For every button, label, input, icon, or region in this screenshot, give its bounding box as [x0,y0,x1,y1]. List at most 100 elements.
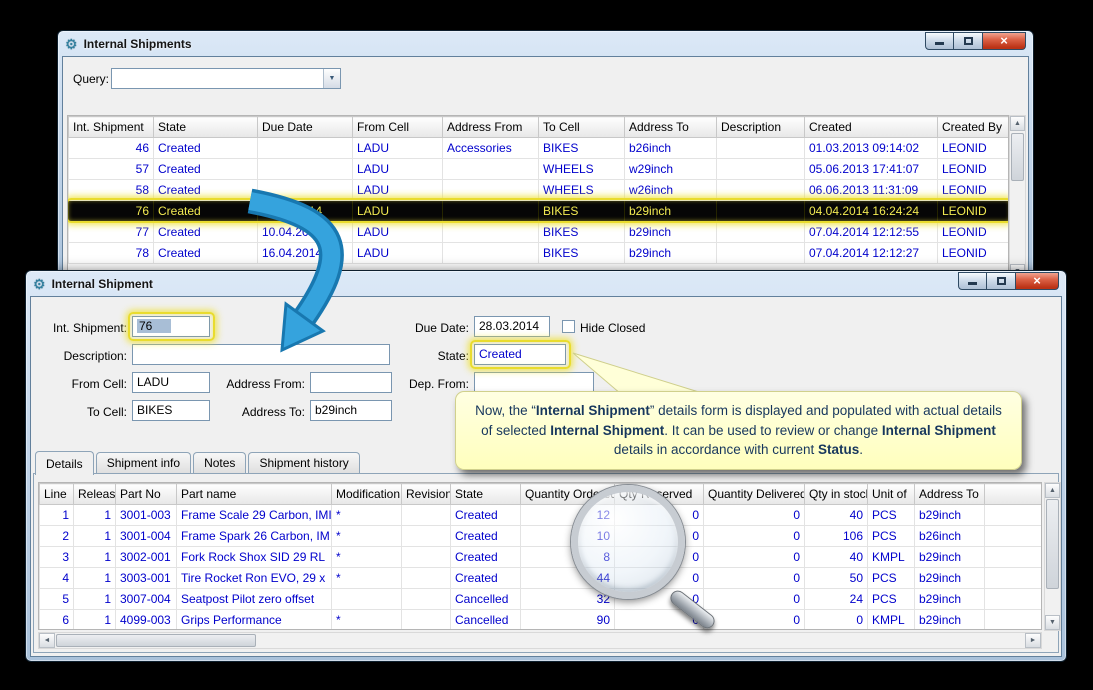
table-cell: PCS [868,589,915,610]
scrollbar-thumb[interactable] [1011,133,1024,181]
hide-closed-checkbox[interactable] [562,320,575,333]
horizontal-scrollbar[interactable]: ◄ ► [38,632,1042,649]
table-cell: 07.04.2014 12:12:55 [805,222,938,243]
scrollbar-thumb[interactable] [1046,499,1059,589]
column-header[interactable]: Description [717,117,805,138]
column-header[interactable]: Due Date [258,117,353,138]
table-cell [443,243,539,264]
table-cell: 0 [615,589,704,610]
column-header[interactable]: Quantity Delivered [704,484,805,505]
column-header[interactable]: State [154,117,258,138]
column-header[interactable]: Created [805,117,938,138]
table-row[interactable]: 413003-001Tire Rocket Ron EVO, 29 x*Crea… [40,568,1043,589]
from-cell-field[interactable]: LADU [132,372,210,393]
tab-notes[interactable]: Notes [193,452,246,474]
window-controls: × [925,32,1026,50]
minimize-button[interactable] [925,32,954,50]
table-cell: Created [451,568,521,589]
table-cell: LADU [353,201,443,222]
scroll-up-icon[interactable]: ▲ [1045,483,1060,498]
address-to-label: Address To: [221,402,305,423]
table-row[interactable]: 213001-004Frame Spark 26 Carbon, IM*Crea… [40,526,1043,547]
column-header[interactable]: Address To [625,117,717,138]
table-cell: Created [451,526,521,547]
dep-from-field[interactable] [474,372,594,393]
column-header[interactable]: State [451,484,521,505]
column-header[interactable]: Address From [443,117,539,138]
dropdown-icon[interactable]: ▼ [323,69,340,88]
table-cell [717,159,805,180]
int-shipment-field[interactable]: 76 [132,316,210,337]
table-cell: b29inch [625,222,717,243]
table-row[interactable]: 46CreatedLADUAccessoriesBIKESb26inch01.0… [69,138,1010,159]
close-button[interactable]: × [983,32,1026,50]
scrollbar-thumb[interactable] [56,634,256,647]
column-header[interactable]: Part No [116,484,177,505]
column-header[interactable]: Part name [177,484,332,505]
table-cell: LEONID [938,201,1010,222]
table-cell: Tire Rocket Ron EVO, 29 x [177,568,332,589]
table-cell: BIKES [539,222,625,243]
scroll-right-icon[interactable]: ► [1025,633,1041,648]
close-button[interactable]: × [1016,272,1059,290]
column-header[interactable]: Int. Shipment [69,117,154,138]
scroll-up-icon[interactable]: ▲ [1010,116,1025,131]
column-header[interactable]: Revision [402,484,451,505]
titlebar-shipment[interactable]: ⚙ Internal Shipment × [26,271,1066,296]
table-cell: * [332,610,402,631]
vertical-scrollbar[interactable]: ▲ ▼ [1044,482,1061,631]
table-cell: 106 [805,526,868,547]
column-header[interactable]: From Cell [353,117,443,138]
column-header[interactable]: Quantity Ordered [521,484,615,505]
column-header[interactable]: Line [40,484,74,505]
query-combobox[interactable]: ▼ [111,68,341,89]
column-header[interactable] [985,484,1043,505]
column-header[interactable]: Address To [915,484,985,505]
tab-shipment-info[interactable]: Shipment info [96,452,191,474]
scroll-down-icon[interactable]: ▼ [1045,615,1060,630]
table-cell: 0 [615,568,704,589]
table-cell: 57 [69,159,154,180]
column-header[interactable]: Created By [938,117,1010,138]
maximize-button[interactable] [987,272,1016,290]
column-header[interactable]: Qty in stock [805,484,868,505]
due-date-label: Due Date: [411,318,469,339]
table-cell: 44 [521,568,615,589]
table-header-row: Int. ShipmentStateDue DateFrom CellAddre… [69,117,1010,138]
table-row[interactable]: 614099-003Grips Performance*Cancelled900… [40,610,1043,631]
table-row[interactable]: 78Created16.04.2014LADUBIKESb29inch07.04… [69,243,1010,264]
table-row[interactable]: 313002-001Fork Rock Shox SID 29 RL*Creat… [40,547,1043,568]
table-row[interactable]: 58CreatedLADUWHEELSw26inch06.06.2013 11:… [69,180,1010,201]
table-row[interactable]: 513007-004Seatpost Pilot zero offsetCanc… [40,589,1043,610]
tab-shipment-history[interactable]: Shipment history [248,452,359,474]
column-header[interactable]: Qty Reserved [615,484,704,505]
to-cell-field[interactable]: BIKES [132,400,210,421]
table-cell: LEONID [938,222,1010,243]
window-title: Internal Shipment [52,277,153,291]
description-field[interactable] [132,344,390,365]
table-row[interactable]: 113001-003Frame Scale 29 Carbon, IMI*Cre… [40,505,1043,526]
table-row[interactable]: 77Created10.04.2014LADUBIKESb29inch07.04… [69,222,1010,243]
table-row[interactable]: 76Created28.03.2014LADUBIKESb29inch04.04… [69,201,1010,222]
column-header[interactable]: Unit of [868,484,915,505]
minimize-button[interactable] [958,272,987,290]
column-header[interactable]: Release [74,484,116,505]
description-label: Description: [39,346,127,367]
due-date-field[interactable]: 28.03.2014 [474,316,550,337]
table-cell: 05.06.2013 17:41:07 [805,159,938,180]
vertical-scrollbar[interactable]: ▲ ▼ [1009,115,1026,280]
table-cell: Frame Spark 26 Carbon, IM [177,526,332,547]
table-cell: 1 [40,505,74,526]
state-field[interactable]: Created [474,344,566,365]
tab-details[interactable]: Details [35,451,94,475]
table-row[interactable]: 57CreatedLADUWHEELSw29inch05.06.2013 17:… [69,159,1010,180]
address-to-field[interactable]: b29inch [310,400,392,421]
titlebar-shipments[interactable]: ⚙ Internal Shipments × [58,31,1033,56]
address-from-field[interactable] [310,372,392,393]
maximize-button[interactable] [954,32,983,50]
column-header[interactable]: Modification [332,484,402,505]
scroll-left-icon[interactable]: ◄ [39,633,55,648]
column-header[interactable]: To Cell [539,117,625,138]
table-cell: 77 [69,222,154,243]
table-cell: * [332,526,402,547]
